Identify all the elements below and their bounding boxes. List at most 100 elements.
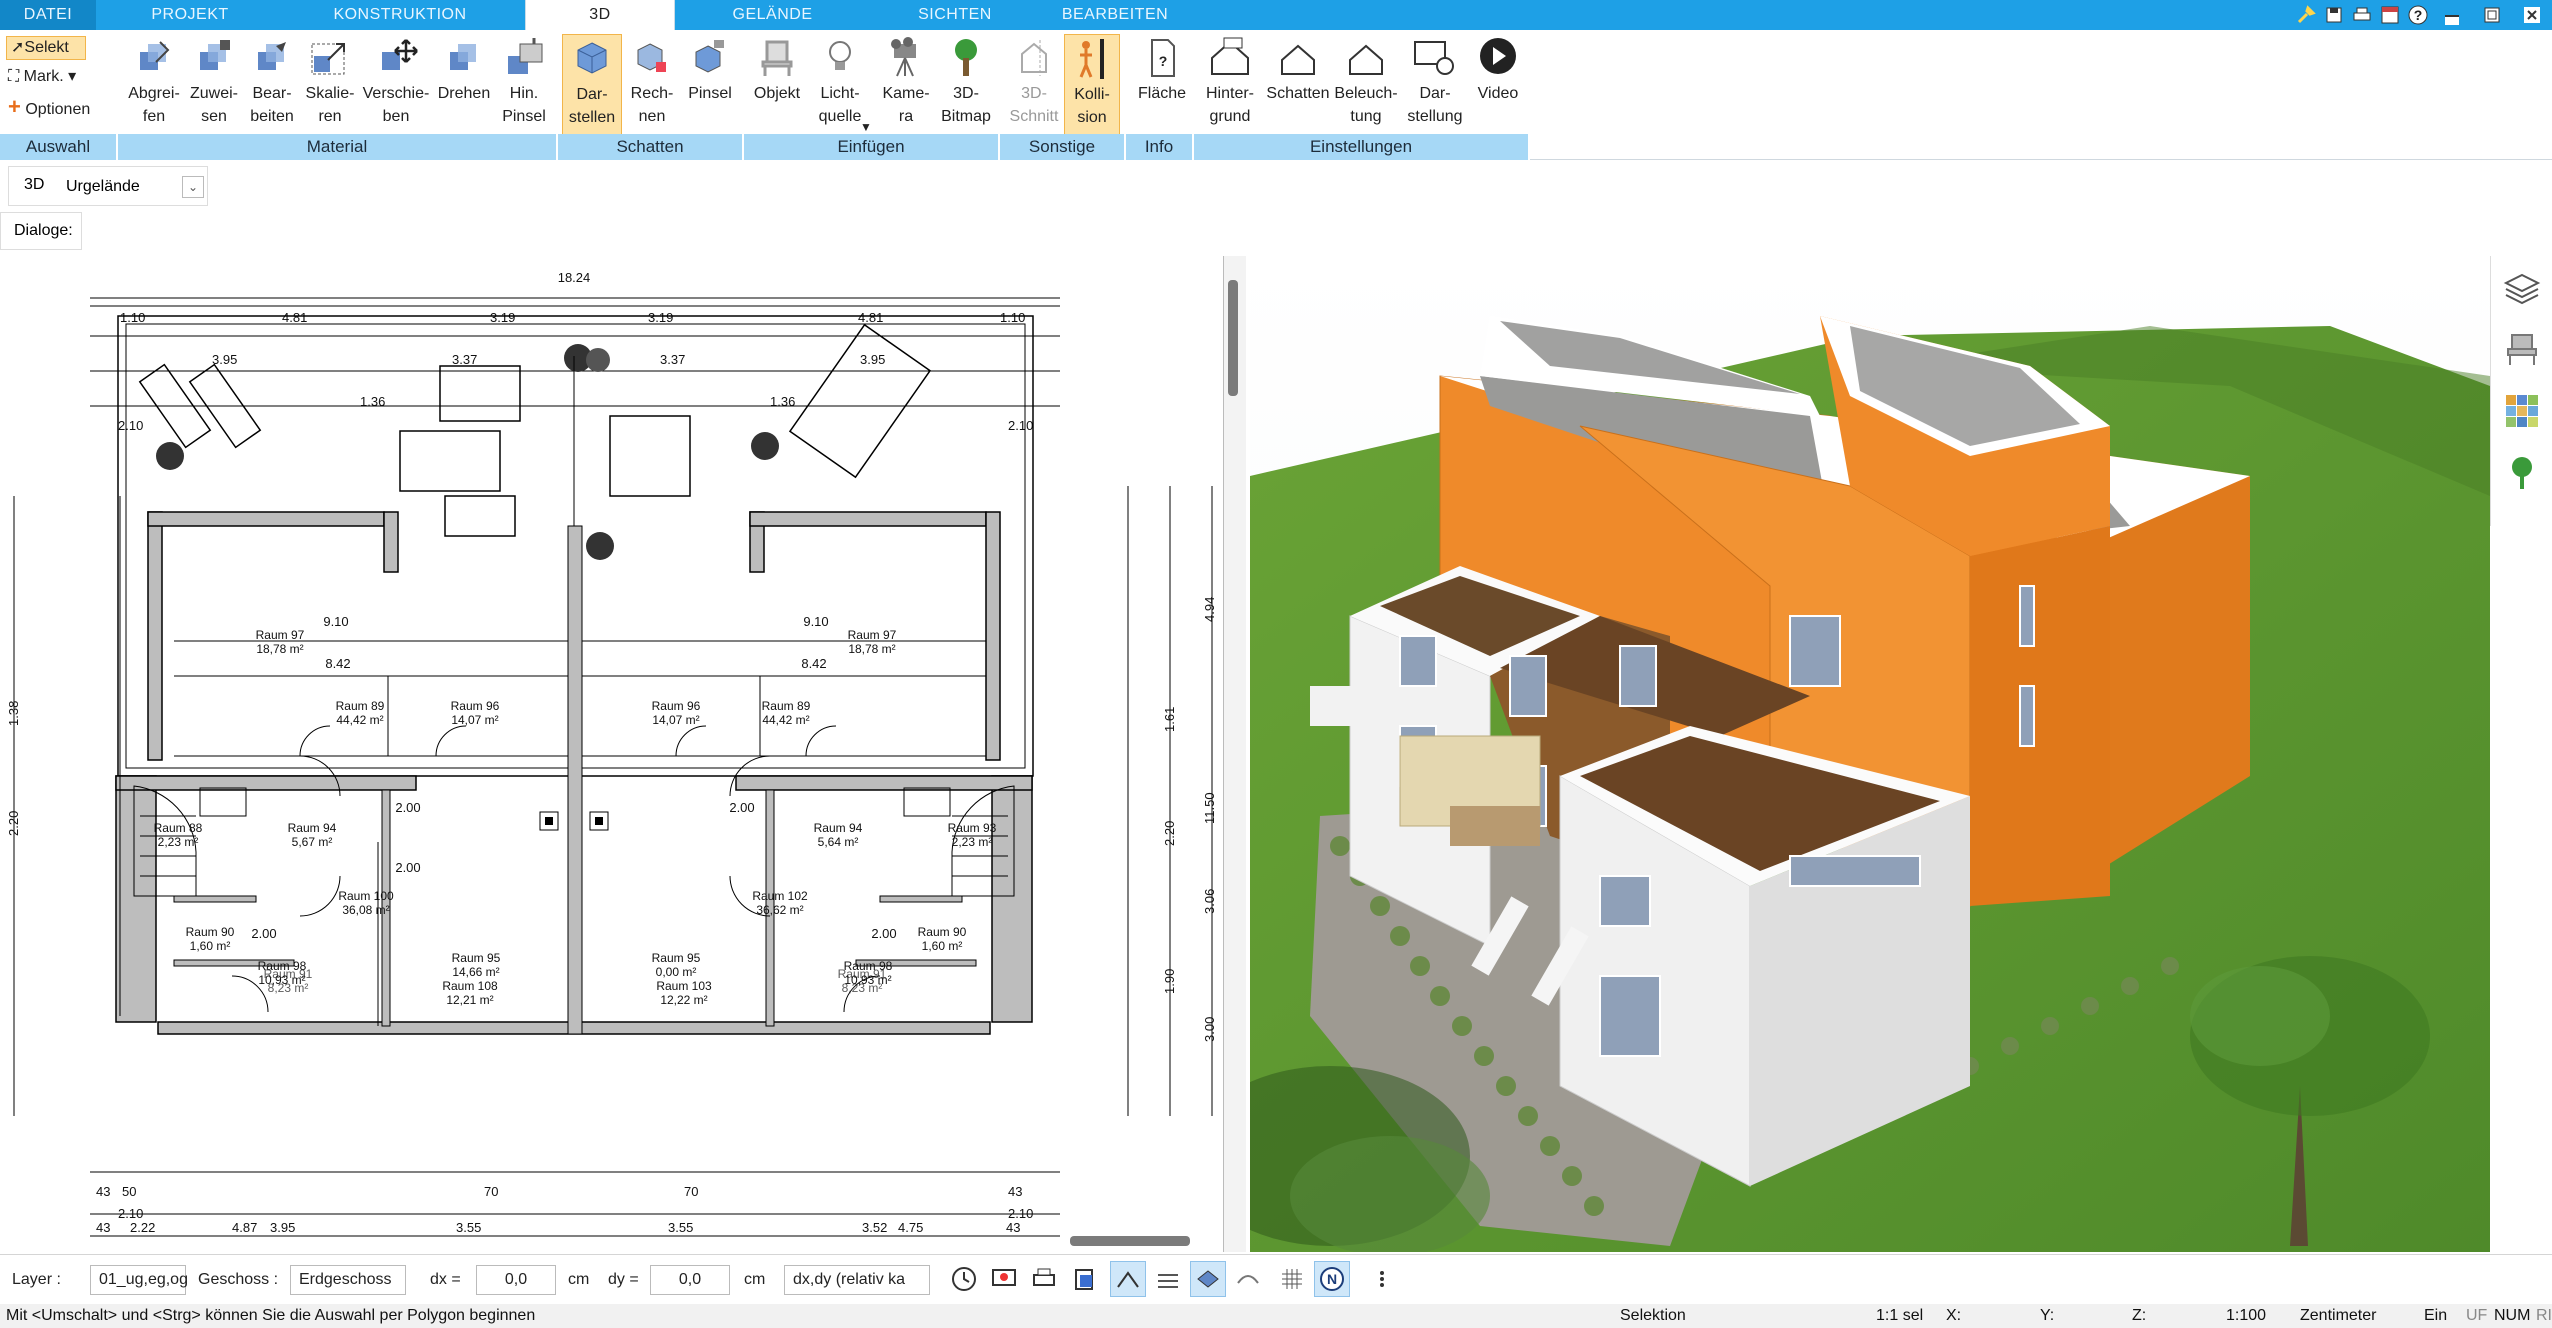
snap-surface-icon[interactable]	[1190, 1261, 1226, 1297]
dim-label: 2.22	[130, 1220, 155, 1235]
status-mode: Selektion	[1620, 1307, 1686, 1324]
more-options-icon[interactable]	[1364, 1261, 1400, 1297]
monitor-icon[interactable]	[986, 1261, 1022, 1297]
status-num: NUM	[2494, 1307, 2531, 1324]
group-schatten: Schatten	[558, 134, 744, 160]
bitmap-3d-button[interactable]: 3D- Bitmap	[936, 34, 996, 138]
room-label: Raum 90	[186, 925, 235, 939]
terrain-dropdown[interactable]: Urgelände	[66, 178, 140, 196]
shadow-display-button[interactable]: Dar- stellen	[562, 34, 622, 138]
light-source-button[interactable]: Licht- quelle ▼	[808, 34, 872, 138]
area-icon: ?	[1151, 39, 1175, 77]
brush-button[interactable]: Hin. Pinsel	[492, 34, 556, 138]
pick-material-icon	[140, 41, 170, 70]
layer-select[interactable]: 01_ug,eg,og	[90, 1265, 188, 1295]
tab-projekt[interactable]: PROJEKT	[110, 0, 270, 30]
materials-icon[interactable]	[2491, 380, 2552, 442]
section-3d-button[interactable]: 3D- Schnitt	[1004, 34, 1064, 138]
plan-horizontal-scrollbar[interactable]	[1070, 1232, 1220, 1250]
chair-icon	[761, 40, 793, 76]
floor-plan-drawing[interactable]: 18.24 1.10 4.81 3.19 3.19 4.81 1.10 3.95…	[0, 256, 1224, 1252]
snap-edge-icon[interactable]	[1110, 1261, 1146, 1297]
status-z: Z:	[2132, 1307, 2147, 1324]
tab-datei[interactable]: DATEI	[0, 0, 96, 30]
person-wall-icon	[1079, 39, 1104, 79]
floor-select[interactable]: Erdgeschoss	[290, 1265, 406, 1295]
layers-icon[interactable]	[2491, 256, 2552, 318]
north-icon[interactable]: N	[1314, 1261, 1350, 1297]
area-button[interactable]: ? Fläche	[1130, 34, 1194, 138]
display-button[interactable]: Dar- stellung	[1400, 34, 1470, 138]
minimize-icon[interactable]	[2432, 0, 2472, 30]
snap-lines-icon[interactable]	[1150, 1261, 1186, 1297]
3d-house-render[interactable]	[1250, 256, 2490, 1252]
layout-icon[interactable]	[2376, 0, 2404, 30]
video-button[interactable]: Video	[1466, 34, 1530, 138]
room-label: Raum 95	[452, 951, 501, 965]
group-einfuegen: Einfügen	[744, 134, 1000, 160]
dim-label: 4.94	[1202, 597, 1217, 622]
status-ri: RI	[2536, 1307, 2552, 1324]
chair-icon[interactable]	[2491, 318, 2552, 380]
svg-text:?: ?	[2414, 7, 2423, 23]
coordinate-mode-select[interactable]: dx,dy (relativ ka	[784, 1265, 930, 1295]
clipboard-icon[interactable]	[1066, 1261, 1102, 1297]
room-area: 2,23 m²	[158, 835, 199, 849]
select-button[interactable]: ➚Selekt	[6, 36, 86, 60]
dialogs-bar: Dialoge:	[0, 212, 2552, 252]
dim-label: 3.95	[212, 352, 237, 367]
collision-button[interactable]: Kolli- sion	[1064, 34, 1120, 138]
dim-label: 4.81	[858, 310, 883, 325]
shadow-settings-button[interactable]: Schatten	[1262, 34, 1334, 138]
snap-curve-icon[interactable]	[1230, 1261, 1266, 1297]
tab-gelaende[interactable]: GELÄNDE	[700, 0, 845, 30]
group-material: Material	[118, 134, 558, 160]
tools-icon[interactable]	[2292, 0, 2320, 30]
dx-input[interactable]: 0,0	[476, 1265, 556, 1295]
help-icon[interactable]: ?	[2404, 0, 2432, 30]
house-light-icon	[1349, 44, 1383, 75]
print-icon[interactable]	[2348, 0, 2376, 30]
ribbon: ➚Selekt ⛶ Mark. ▾ + Optionen Abgrei- fen…	[0, 30, 2552, 160]
chevron-down-icon[interactable]: ⌄	[182, 176, 204, 198]
scroll-thumb[interactable]	[1228, 280, 1238, 396]
mark-button[interactable]: ⛶ Mark. ▾	[8, 66, 76, 86]
scroll-thumb[interactable]	[1070, 1236, 1190, 1246]
dim-label: 43	[1006, 1220, 1020, 1235]
tab-bearbeiten[interactable]: BEARBEITEN	[1040, 0, 1190, 30]
status-ein: Ein	[2424, 1307, 2448, 1324]
pergola	[1310, 686, 1390, 726]
save-icon[interactable]	[2320, 0, 2348, 30]
dim-label: 1.38	[6, 701, 21, 726]
pick-material-button[interactable]: Abgrei- fen	[120, 34, 188, 138]
floor-plan-view[interactable]: 18.24 1.10 4.81 3.19 3.19 4.81 1.10 3.95…	[0, 256, 1224, 1252]
object-button[interactable]: Objekt	[748, 34, 806, 138]
tab-konstruktion[interactable]: KONSTRUKTION	[305, 0, 495, 30]
3d-view[interactable]	[1250, 256, 2490, 1252]
close-icon[interactable]	[2512, 0, 2552, 30]
grid-icon[interactable]	[1274, 1261, 1310, 1297]
options-button[interactable]: + Optionen	[8, 94, 90, 120]
printer-icon[interactable]	[1026, 1261, 1062, 1297]
camera-button[interactable]: Kame- ra	[874, 34, 938, 138]
scale-material-button[interactable]: Skalie- ren	[296, 34, 364, 138]
rotate-material-button[interactable]: Drehen	[430, 34, 498, 138]
play-icon	[1480, 38, 1516, 74]
shadow-calc-button[interactable]: Rech- nen	[622, 34, 682, 138]
plan-vertical-scrollbar[interactable]	[1224, 256, 1246, 1252]
move-material-button[interactable]: Verschie- ben	[360, 34, 432, 138]
dim-label: 70	[484, 1184, 498, 1199]
clock-icon[interactable]	[946, 1261, 982, 1297]
tab-sichten[interactable]: SICHTEN	[880, 0, 1030, 30]
dy-input[interactable]: 0,0	[650, 1265, 730, 1295]
house-shadow-icon	[1281, 44, 1315, 75]
background-button[interactable]: Hinter- grund	[1196, 34, 1264, 138]
dim-label: 1.10	[1000, 310, 1025, 325]
plants-icon[interactable]	[2491, 442, 2552, 504]
tab-3d[interactable]: 3D	[525, 0, 675, 30]
shadow-brush-button[interactable]: Pinsel	[680, 34, 740, 138]
dim-label: 70	[684, 1184, 698, 1199]
lighting-button[interactable]: Beleuch- tung	[1330, 34, 1402, 138]
camera-icon	[891, 37, 916, 77]
restore-icon[interactable]	[2472, 0, 2512, 30]
